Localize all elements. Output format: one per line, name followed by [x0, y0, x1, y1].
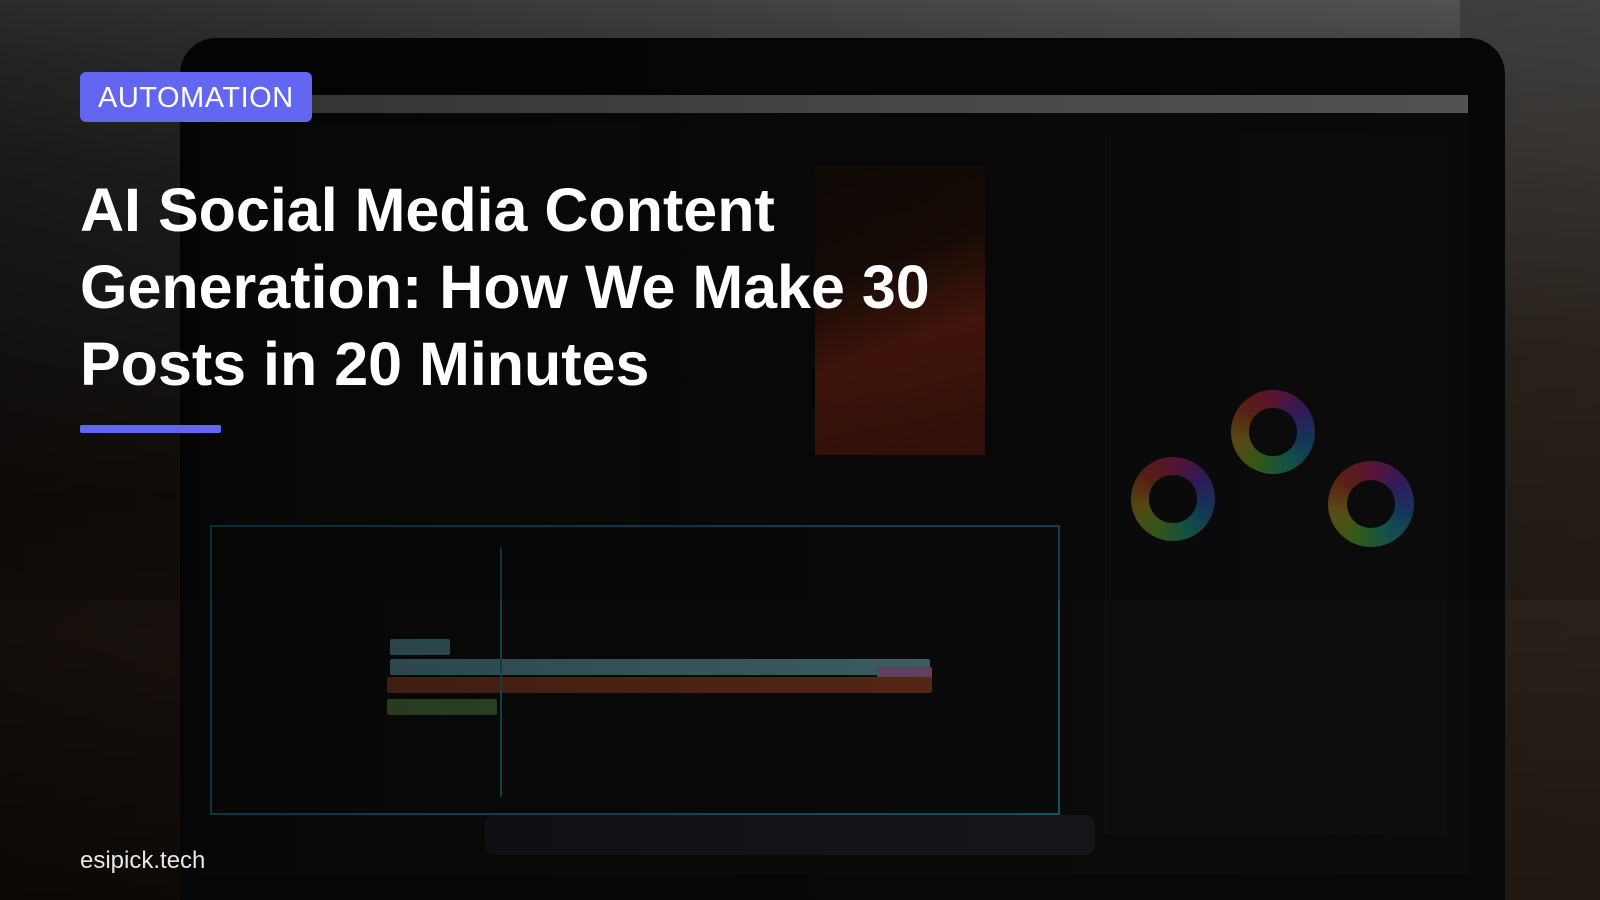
article-title: AI Social Media Content Generation: How …: [80, 176, 930, 398]
title-accent-line: [80, 425, 221, 433]
category-badge[interactable]: AUTOMATION: [80, 72, 312, 122]
dark-overlay: [0, 0, 1600, 900]
site-domain[interactable]: esipick.tech: [80, 847, 205, 875]
